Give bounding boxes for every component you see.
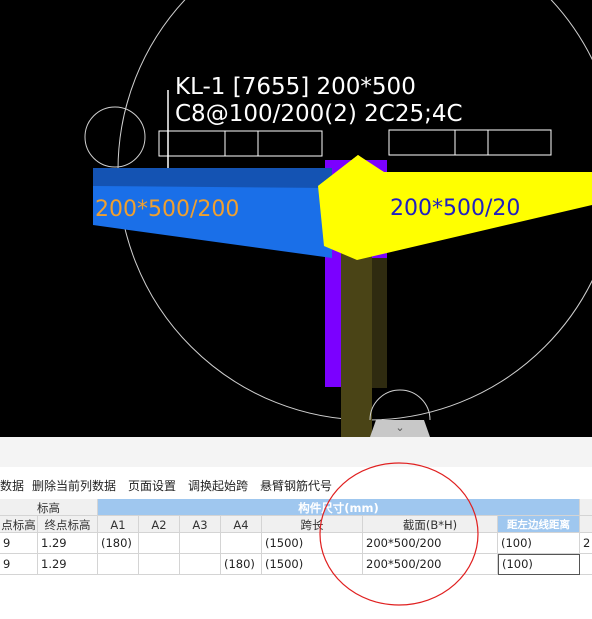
red-annotation-circle	[319, 462, 479, 606]
annotation-overlay	[319, 462, 479, 606]
